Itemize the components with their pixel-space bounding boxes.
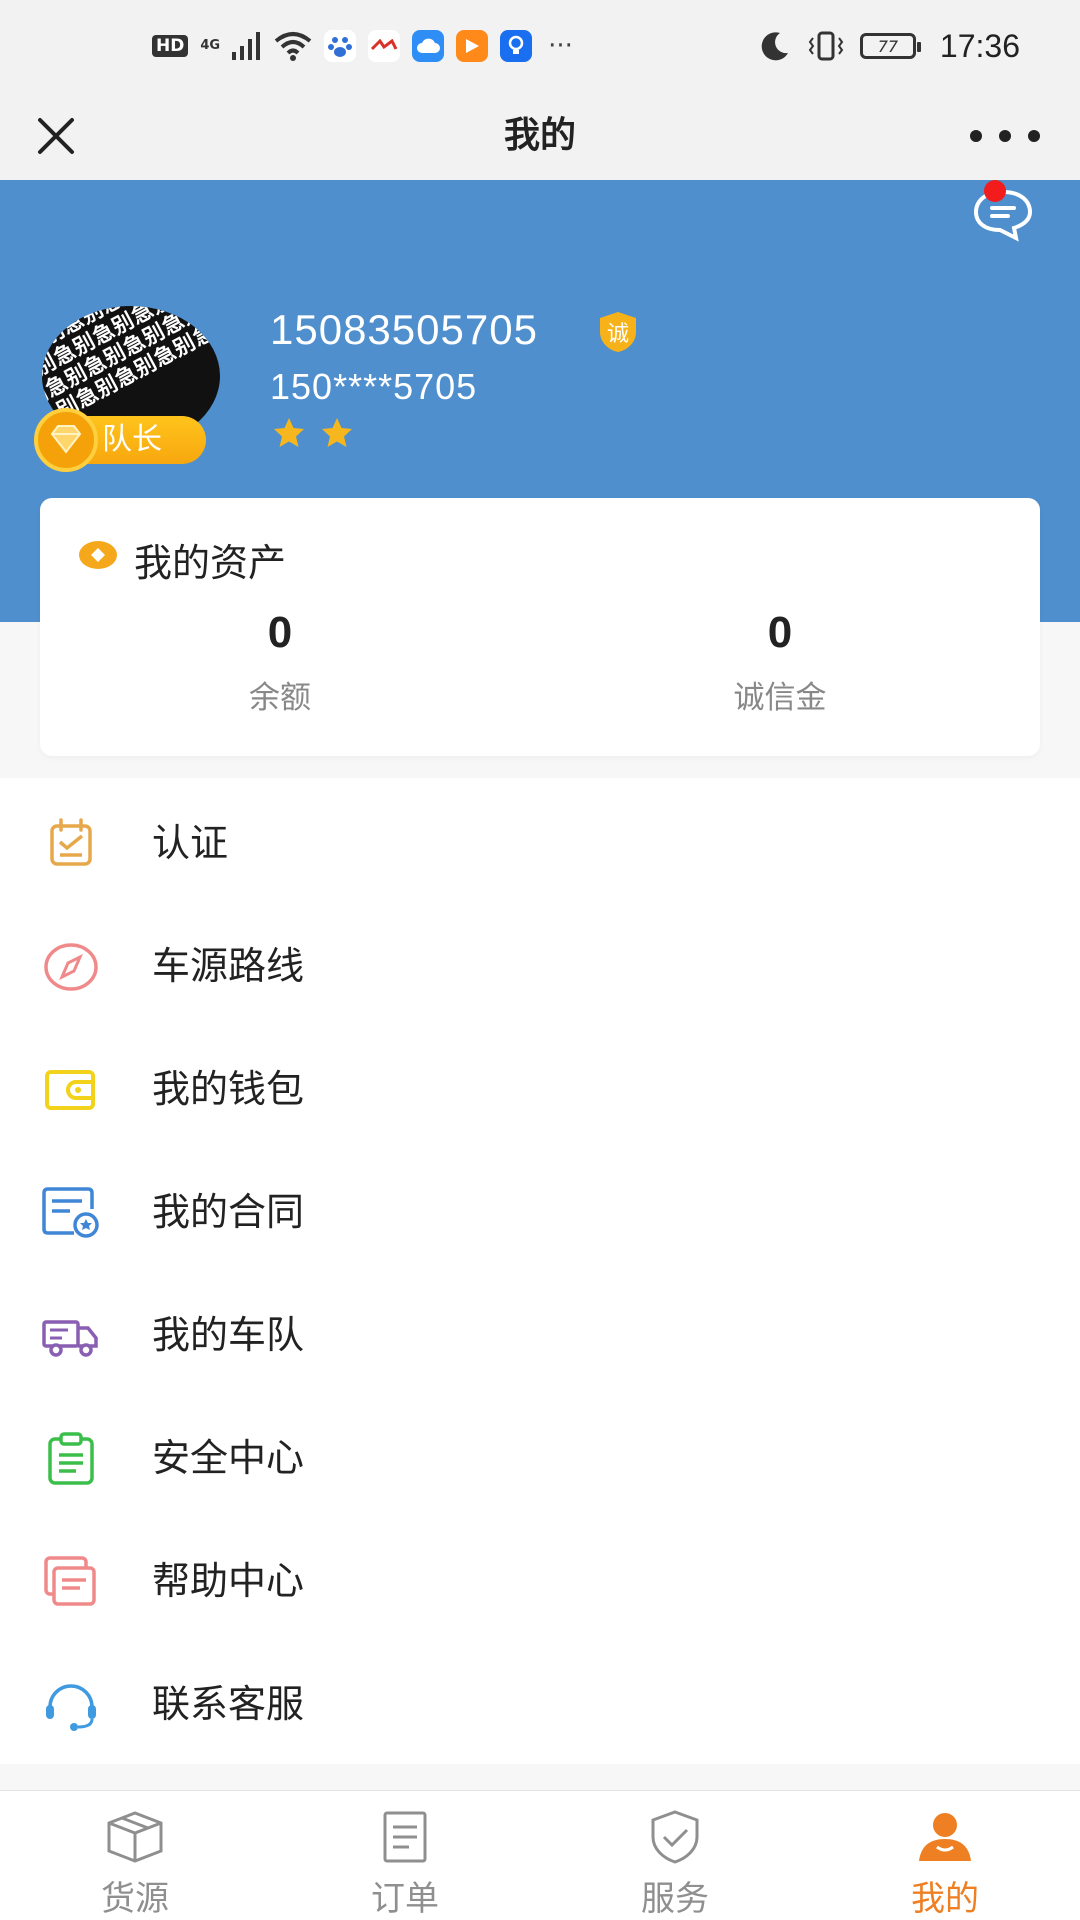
compass-icon <box>44 943 98 991</box>
help-docs-icon <box>44 1556 96 1606</box>
more-notifications-icon: ··· <box>548 31 573 61</box>
status-bar: HD 4G ··· 77 17:36 <box>0 0 1080 92</box>
bulb-app-icon <box>500 30 533 62</box>
rating-stars <box>272 416 354 450</box>
balance-item[interactable]: 0 余额 <box>130 608 430 717</box>
menu-label: 我的合同 <box>152 1190 305 1234</box>
assets-title: 我的资产 <box>134 541 287 585</box>
diamond-icon <box>34 408 98 472</box>
bottom-tab-bar: 货源 订单 服务 我的 <box>0 1790 1080 1920</box>
red-app-icon <box>368 30 401 62</box>
menu-item-contract[interactable]: 我的合同 <box>0 1151 1080 1274</box>
tab-orders[interactable]: 订单 <box>270 1791 540 1920</box>
status-right: 77 17:36 <box>758 26 1020 66</box>
app-header: 我的 <box>0 92 1080 180</box>
headset-icon <box>46 1684 96 1731</box>
menu-item-certification[interactable]: 认证 <box>0 782 1080 905</box>
user-icon <box>919 1813 971 1861</box>
menu-label: 安全中心 <box>152 1436 305 1480</box>
captain-badge: 队长 <box>34 408 206 472</box>
captain-label: 队长 <box>102 422 162 457</box>
menu-label: 我的车队 <box>152 1313 305 1357</box>
menu-item-fleet[interactable]: 我的车队 <box>0 1274 1080 1397</box>
truck-icon <box>42 1320 98 1357</box>
box-icon <box>107 1811 163 1863</box>
page-title: 我的 <box>503 115 576 156</box>
menu-item-customer-service[interactable]: 联系客服 <box>0 1643 1080 1766</box>
more-options-button[interactable] <box>970 116 1040 156</box>
menu-item-wallet[interactable]: 我的钱包 <box>0 1028 1080 1151</box>
paw-app-icon <box>324 30 357 62</box>
menu-label: 认证 <box>152 821 229 865</box>
balance-value: 0 <box>267 608 293 657</box>
more-dot <box>999 130 1011 142</box>
deposit-value: 0 <box>767 608 793 657</box>
signal-icon <box>232 32 261 60</box>
network-type: 4G <box>200 38 221 53</box>
tab-service[interactable]: 服务 <box>540 1791 810 1920</box>
wallet-icon <box>45 1070 95 1110</box>
tab-label: 我的 <box>911 1879 979 1919</box>
tab-label: 服务 <box>641 1879 709 1919</box>
more-dot <box>970 130 982 142</box>
menu-label: 帮助中心 <box>152 1559 305 1603</box>
unread-dot <box>984 180 1006 202</box>
verified-badge: 诚 <box>596 310 640 354</box>
message-button[interactable] <box>968 180 1038 244</box>
deposit-label: 诚信金 <box>733 680 827 716</box>
tab-cargo[interactable]: 货源 <box>0 1791 270 1920</box>
cloud-app-icon <box>412 30 445 62</box>
masked-phone: 150****5705 <box>270 366 478 407</box>
close-icon <box>38 118 74 154</box>
tab-mine[interactable]: 我的 <box>810 1791 1080 1920</box>
video-app-icon <box>456 30 489 62</box>
contract-icon <box>42 1187 99 1238</box>
assets-card: 我的资产 0 余额 0 诚信金 <box>40 498 1040 756</box>
menu-list: 认证 车源路线 我的钱包 我的合同 我的车队 安全中心 帮助中心 联系客服 <box>0 778 1080 1764</box>
tab-label: 货源 <box>101 1879 169 1919</box>
hd-indicator: HD <box>152 35 189 57</box>
moon-icon <box>761 32 788 61</box>
close-button[interactable] <box>30 110 82 162</box>
shield-check-icon <box>651 1810 699 1864</box>
verified-badge-label: 诚 <box>606 322 629 347</box>
wifi-icon <box>274 32 312 61</box>
menu-item-routes[interactable]: 车源路线 <box>0 905 1080 1028</box>
user-phone: 15083505705 <box>270 306 538 353</box>
tab-label: 订单 <box>371 1879 439 1919</box>
menu-item-help[interactable]: 帮助中心 <box>0 1520 1080 1643</box>
balance-label: 余额 <box>249 680 311 716</box>
vibrate-icon <box>808 31 844 61</box>
clipboard-icon <box>48 1432 94 1485</box>
more-dot <box>1028 130 1040 142</box>
asset-coin-icon <box>79 541 117 569</box>
document-icon <box>383 1811 427 1863</box>
status-left: HD 4G ··· <box>152 28 573 64</box>
clock: 17:36 <box>939 27 1020 64</box>
menu-label: 我的钱包 <box>152 1067 305 1111</box>
certification-icon <box>50 818 92 866</box>
star-icon <box>322 418 352 447</box>
star-icon <box>274 418 304 447</box>
menu-label: 联系客服 <box>152 1682 305 1726</box>
menu-label: 车源路线 <box>152 944 305 988</box>
battery-icon: 77 <box>859 33 921 59</box>
deposit-item[interactable]: 0 诚信金 <box>630 608 930 717</box>
menu-item-security[interactable]: 安全中心 <box>0 1397 1080 1520</box>
